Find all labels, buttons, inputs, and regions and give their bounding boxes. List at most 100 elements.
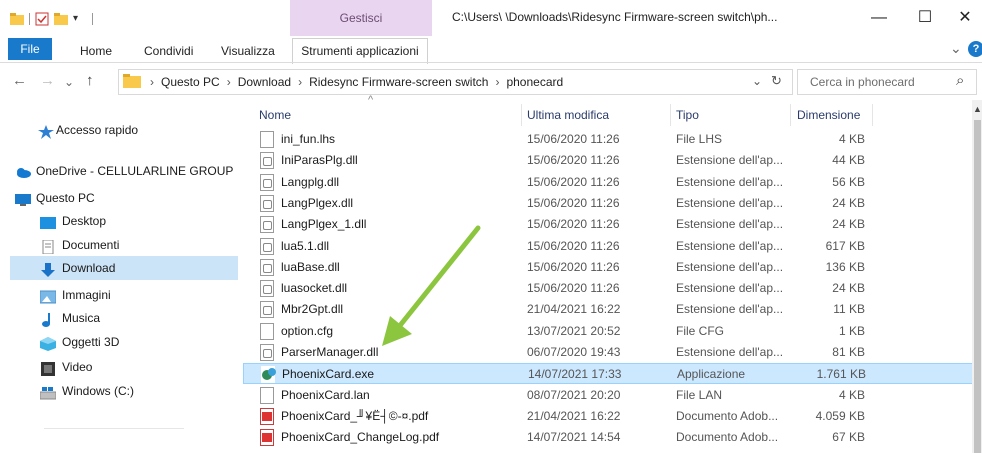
file-row[interactable]: IniParasPlg.dll 15/06/2020 11:26 Estension… — [243, 150, 973, 171]
tab-view[interactable]: Visualizza — [213, 41, 283, 61]
file-type: Estensione dell'ap... — [676, 281, 784, 295]
breadcrumb-phonecard[interactable]: phonecard — [506, 75, 563, 89]
file-date: 14/07/2021 17:33 — [528, 367, 622, 381]
sidebar-item-video[interactable]: Video — [0, 355, 238, 379]
file-type: Estensione dell'ap... — [676, 260, 784, 274]
tab-home[interactable]: Home — [72, 41, 120, 61]
properties-icon[interactable] — [35, 12, 49, 26]
file-row[interactable]: PhoenixCard.exe 14/07/2021 17:33 Applicazi… — [243, 363, 973, 384]
file-date: 08/07/2021 20:20 — [527, 388, 621, 402]
breadcrumb-separator: › — [226, 75, 231, 89]
file-icon — [260, 131, 274, 148]
arrow-head — [382, 316, 412, 346]
dll-file-icon — [260, 174, 274, 191]
computer-icon — [15, 191, 31, 206]
file-size: 24 KB — [832, 217, 865, 231]
file-row[interactable]: option.cfg 13/07/2021 20:52 File CFG 1 KB — [243, 321, 973, 342]
divider — [0, 62, 982, 63]
file-date: 21/04/2021 16:22 — [527, 409, 621, 423]
sidebar-item-windows-c[interactable]: Windows (C:) — [0, 379, 238, 403]
file-row[interactable]: LangPlgex_1.dll 15/06/2020 11:26 Estension… — [243, 214, 973, 235]
file-row[interactable]: Mbr2Gpt.dll 21/04/2021 16:22 Estensione de… — [243, 299, 973, 320]
sidebar-item-pictures[interactable]: Immagini — [0, 283, 238, 307]
divider — [872, 104, 873, 126]
folder-icon[interactable] — [10, 12, 24, 26]
file-name: LangPlgex_1.dll — [281, 217, 367, 231]
recent-locations-button[interactable]: ⌄ — [64, 75, 74, 89]
breadcrumb-ridesync[interactable]: Ridesync Firmware-screen switch — [309, 75, 488, 89]
new-folder-icon[interactable] — [54, 12, 68, 26]
application-icon — [261, 366, 276, 383]
file-size: 11 KB — [833, 302, 865, 316]
file-size: 4 KB — [838, 132, 865, 146]
search-icon[interactable]: ⌕ — [956, 72, 964, 89]
file-row[interactable]: Langplg.dll 15/06/2020 11:26 Estensione de… — [243, 172, 973, 193]
up-button[interactable]: ↑ — [86, 72, 94, 89]
file-size: 1 KB — [838, 324, 865, 338]
scrollbar-thumb[interactable] — [974, 120, 981, 453]
breadcrumb-this-pc[interactable]: Questo PC — [161, 75, 220, 89]
documents-icon — [40, 238, 56, 255]
file-type: Estensione dell'ap... — [676, 345, 784, 359]
file-name: Mbr2Gpt.dll — [281, 302, 344, 316]
file-name: option.cfg — [281, 324, 334, 338]
tab-file[interactable]: File — [8, 38, 52, 60]
file-date: 15/06/2020 11:26 — [527, 281, 620, 295]
sidebar-item-quick-access[interactable]: Accesso rapido — [0, 118, 238, 142]
sidebar-item-desktop[interactable]: Desktop — [0, 209, 238, 233]
breadcrumb-separator: › — [150, 75, 154, 89]
sidebar-item-3d-objects[interactable]: Oggetti 3D — [0, 330, 238, 354]
column-header-date[interactable]: Ultima modifica — [527, 108, 609, 122]
file-row[interactable]: PhoenixCard.lan 08/07/2021 20:20 File LAN 4… — [243, 385, 973, 406]
help-icon[interactable]: ? — [968, 41, 982, 57]
minimize-button[interactable]: — — [856, 6, 902, 30]
sidebar-item-documents[interactable]: Documenti — [0, 233, 238, 257]
file-row[interactable]: ini_fun.lhs 15/06/2020 11:26 File LHS 4 KB — [243, 129, 973, 150]
file-row[interactable]: ParserManager.dll 06/07/2020 19:43 Estensi… — [243, 342, 973, 363]
file-row[interactable]: lua5.1.dll 15/06/2020 11:26 Estensione del… — [243, 236, 973, 257]
ribbon-expand-icon[interactable]: ⌄ — [950, 40, 962, 57]
close-button[interactable]: ✕ — [942, 6, 982, 30]
file-row[interactable]: PhoenixCard_╜¥Ё┤©-¤.pdf 21/04/2021 16:22 D… — [243, 406, 973, 427]
breadcrumb-download[interactable]: Download — [238, 75, 291, 89]
refresh-button[interactable]: ↻ — [771, 73, 782, 89]
file-row[interactable]: PhoenixCard_ChangeLog.pdf 14/07/2021 14:5… — [243, 427, 973, 448]
breadcrumb-separator: › — [495, 75, 500, 89]
column-header-name[interactable]: Nome — [259, 108, 291, 122]
file-icon — [260, 323, 274, 340]
customize-toolbar-icon[interactable]: ▾ — [73, 12, 87, 26]
sidebar-item-download[interactable]: Download — [0, 256, 238, 280]
tab-share[interactable]: Condividi — [136, 41, 201, 61]
star-icon — [38, 123, 54, 139]
file-size: 24 KB — [832, 196, 865, 210]
file-type: Estensione dell'ap... — [676, 153, 784, 167]
desktop-icon — [40, 214, 56, 229]
divider — [670, 104, 671, 126]
scroll-up-icon[interactable]: ▲ — [973, 104, 982, 114]
file-row[interactable]: luasocket.dll 15/06/2020 11:26 Estensione … — [243, 278, 973, 299]
sidebar-item-music[interactable]: Musica — [0, 306, 238, 330]
file-row[interactable]: LangPlgex.dll 15/06/2020 11:26 Estensione … — [243, 193, 973, 214]
column-header-type[interactable]: Tipo — [676, 108, 699, 122]
dll-file-icon — [260, 216, 274, 233]
dll-file-icon — [260, 259, 274, 276]
column-header-size[interactable]: Dimensione — [797, 108, 860, 122]
file-type: Estensione dell'ap... — [676, 175, 784, 189]
quick-access-toolbar: ▾ — [10, 10, 93, 28]
context-tab-manage[interactable]: Gestisci — [290, 0, 432, 36]
sidebar-item-onedrive[interactable]: OneDrive - CELLULARLINE GROUP — [0, 159, 238, 183]
sidebar-item-this-pc[interactable]: Questo PC — [0, 186, 238, 210]
file-size: 56 KB — [832, 175, 865, 189]
file-type: Estensione dell'ap... — [676, 217, 784, 231]
file-date: 15/06/2020 11:26 — [527, 153, 620, 167]
file-name: ini_fun.lhs — [281, 132, 336, 146]
sidebar-item-label: Oggetti 3D — [62, 335, 120, 349]
forward-button[interactable]: → — [40, 72, 55, 89]
file-name: PhoenixCard_╜¥Ё┤©-¤.pdf — [281, 409, 429, 423]
back-button[interactable]: ← — [12, 72, 27, 89]
tab-application-tools[interactable]: Strumenti applicazioni — [292, 38, 428, 64]
file-type: File CFG — [676, 324, 724, 338]
file-row[interactable]: luaBase.dll 15/06/2020 11:26 Estensione de… — [243, 257, 973, 278]
file-name: PhoenixCard.exe — [282, 367, 375, 381]
address-dropdown-button[interactable]: ⌄ — [752, 74, 762, 88]
